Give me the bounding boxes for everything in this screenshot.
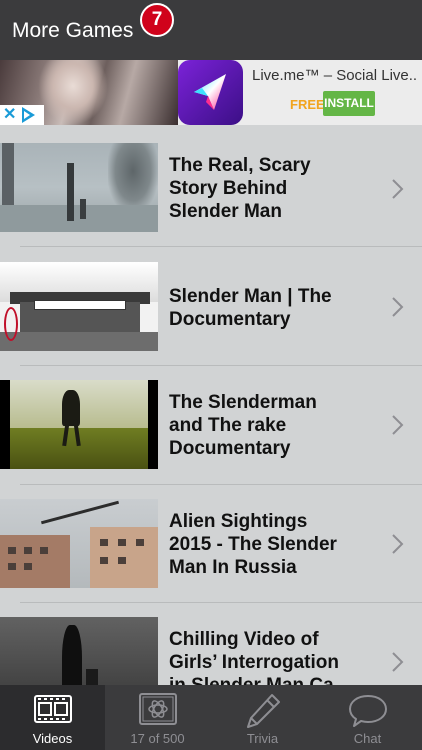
video-title[interactable]: The Slenderman and The rake Documentary xyxy=(169,391,354,460)
tab-progress[interactable]: 17 of 500 xyxy=(105,685,210,750)
video-title-line: Girls’ Interrogation xyxy=(169,652,339,673)
tab-bar: Videos 17 of 500 Trivia Chat xyxy=(0,685,422,750)
chevron-right-icon xyxy=(392,652,404,672)
video-thumbnail[interactable] xyxy=(0,143,158,232)
tab-chat[interactable]: Chat xyxy=(315,685,420,750)
video-title-line: The Slenderman xyxy=(169,392,317,413)
tab-label: Trivia xyxy=(246,731,279,746)
thumbnail-window xyxy=(136,539,144,546)
video-title-line: Slender Man | The xyxy=(169,286,332,307)
live-me-app-icon[interactable] xyxy=(178,60,243,125)
thumbnail-window xyxy=(8,547,16,554)
video-title-line: in Slender Man Ca... xyxy=(169,674,354,685)
video-title[interactable]: The Real, Scary Story Behind Slender Man xyxy=(169,154,354,223)
thumbnail-figure xyxy=(86,669,98,685)
video-title-line: Chilling Video of xyxy=(169,629,319,650)
ad-image-hand xyxy=(38,60,108,125)
video-thumbnail[interactable] xyxy=(0,262,158,351)
top-bar: More Games 7 xyxy=(0,0,422,60)
atom-icon xyxy=(138,693,177,725)
ad-close-icon[interactable]: ✕ xyxy=(3,106,16,124)
pencil-icon xyxy=(246,694,280,728)
thumbnail-red-circle xyxy=(4,307,18,341)
chevron-right-icon xyxy=(392,297,404,317)
video-title[interactable]: Alien Sightings 2015 - The Slender Man I… xyxy=(169,510,354,579)
video-title[interactable]: Slender Man | The Documentary xyxy=(169,285,354,331)
tab-label: Videos xyxy=(32,731,73,746)
thumbnail-building xyxy=(0,535,70,588)
video-title-line: Story Behind xyxy=(169,178,288,199)
thumbnail-window xyxy=(100,539,108,546)
more-games-button[interactable]: More Games xyxy=(12,19,133,43)
video-title-line: Man In Russia xyxy=(169,557,297,578)
tab-label: 17 of 500 xyxy=(130,731,185,746)
thumbnail-figure xyxy=(67,163,74,221)
tab-trivia[interactable]: Trivia xyxy=(210,685,315,750)
video-title-line: Documentary xyxy=(169,438,291,459)
video-thumbnail[interactable] xyxy=(0,499,158,588)
video-thumbnail[interactable] xyxy=(0,380,158,469)
list-item[interactable]: The Slenderman and The rake Documentary xyxy=(0,366,422,484)
notification-badge: 7 xyxy=(140,3,174,37)
list-item[interactable]: Alien Sightings 2015 - The Slender Man I… xyxy=(0,485,422,603)
thumbnail-figure xyxy=(80,199,86,219)
video-title-line: and The rake xyxy=(169,415,287,436)
adchoices-icon-inner xyxy=(24,111,30,119)
thumbnail-figure xyxy=(62,625,82,685)
chat-bubble-icon xyxy=(348,695,387,727)
video-title-line: The Real, Scary xyxy=(169,155,311,176)
ad-price: FREE xyxy=(290,97,325,112)
video-title-line: 2015 - The Slender xyxy=(169,534,337,555)
ad-banner[interactable]: ✕ Live.me™ – Social Live... FREE INSTALL xyxy=(0,60,422,125)
thumbnail-window xyxy=(24,547,32,554)
video-thumbnail[interactable] xyxy=(0,617,158,685)
thumbnail-window xyxy=(118,539,126,546)
chevron-right-icon xyxy=(392,534,404,554)
thumbnail-window xyxy=(24,563,32,570)
thumbnail-window xyxy=(100,557,108,564)
thumbnail-caption-box xyxy=(34,300,126,310)
install-button[interactable]: INSTALL xyxy=(323,91,375,116)
film-icon xyxy=(33,695,72,723)
adchoices-badge[interactable]: ✕ xyxy=(0,105,44,125)
chevron-right-icon xyxy=(392,415,404,435)
video-list[interactable]: The Real, Scary Story Behind Slender Man… xyxy=(0,125,422,685)
chevron-right-icon xyxy=(392,179,404,199)
video-title-line: Alien Sightings xyxy=(169,511,308,532)
video-title-line: Slender Man xyxy=(169,201,282,222)
thumbnail-window xyxy=(8,563,16,570)
list-item[interactable]: Chilling Video of Girls’ Interrogation i… xyxy=(0,603,422,685)
list-item[interactable]: Slender Man | The Documentary xyxy=(0,247,422,365)
thumbnail-ground xyxy=(0,205,158,232)
list-item[interactable]: The Real, Scary Story Behind Slender Man xyxy=(0,125,422,243)
video-title[interactable]: Chilling Video of Girls’ Interrogation i… xyxy=(169,628,354,685)
live-me-star-icon xyxy=(194,74,226,110)
app-screen: More Games 7 ✕ Live.me™ – Social Live...… xyxy=(0,0,422,750)
thumbnail-window xyxy=(40,547,48,554)
thumbnail-tree xyxy=(108,143,158,213)
video-title-line: Documentary xyxy=(169,309,291,330)
ad-app-title[interactable]: Live.me™ – Social Live... xyxy=(252,67,417,84)
thumbnail-ground xyxy=(0,332,158,351)
tab-videos[interactable]: Videos xyxy=(0,685,105,750)
tab-label: Chat xyxy=(353,731,382,746)
thumbnail-window xyxy=(118,557,126,564)
